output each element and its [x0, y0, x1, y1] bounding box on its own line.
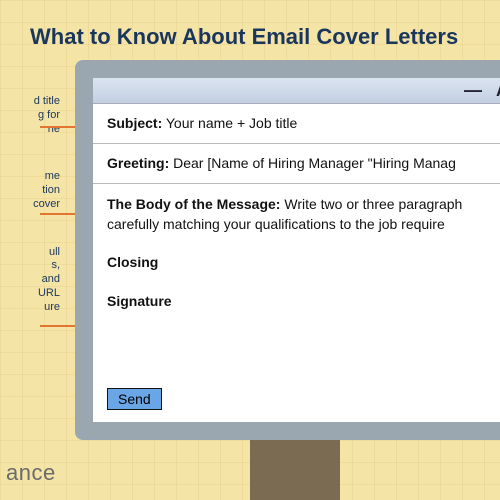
monitor-frame: — A Subject: Your name + Job title Greet… [75, 60, 500, 440]
subject-label: Subject: [107, 115, 162, 131]
greeting-row[interactable]: Greeting: Dear [Name of Hiring Manager "… [93, 144, 500, 184]
body-label: The Body of the Message: [107, 196, 280, 212]
body-text: The Body of the Message: Write two or th… [107, 194, 500, 235]
body-row[interactable]: The Body of the Message: Write two or th… [93, 184, 500, 380]
compose-footer: Send [93, 380, 500, 422]
greeting-label: Greeting: [107, 155, 169, 171]
email-compose-window: — A Subject: Your name + Job title Greet… [93, 78, 500, 422]
brand-watermark: ance [6, 460, 56, 486]
signature-label: Signature [107, 291, 500, 311]
send-button[interactable]: Send [107, 388, 162, 410]
subject-row[interactable]: Subject: Your name + Job title [93, 104, 500, 144]
expand-icon[interactable]: A [496, 80, 500, 101]
callout-subject: d titleg forne [0, 95, 60, 136]
window-titlebar: — A [93, 78, 500, 104]
callout-body: metioncover [0, 170, 60, 211]
closing-label: Closing [107, 252, 500, 272]
monitor-stand [250, 438, 340, 500]
subject-value: Your name + Job title [166, 115, 297, 131]
callout-signature: ulls,andURLure [0, 246, 60, 315]
page-title: What to Know About Email Cover Letters [30, 24, 490, 50]
minimize-icon[interactable]: — [464, 80, 482, 101]
greeting-value: Dear [Name of Hiring Manager "Hiring Man… [173, 155, 456, 171]
